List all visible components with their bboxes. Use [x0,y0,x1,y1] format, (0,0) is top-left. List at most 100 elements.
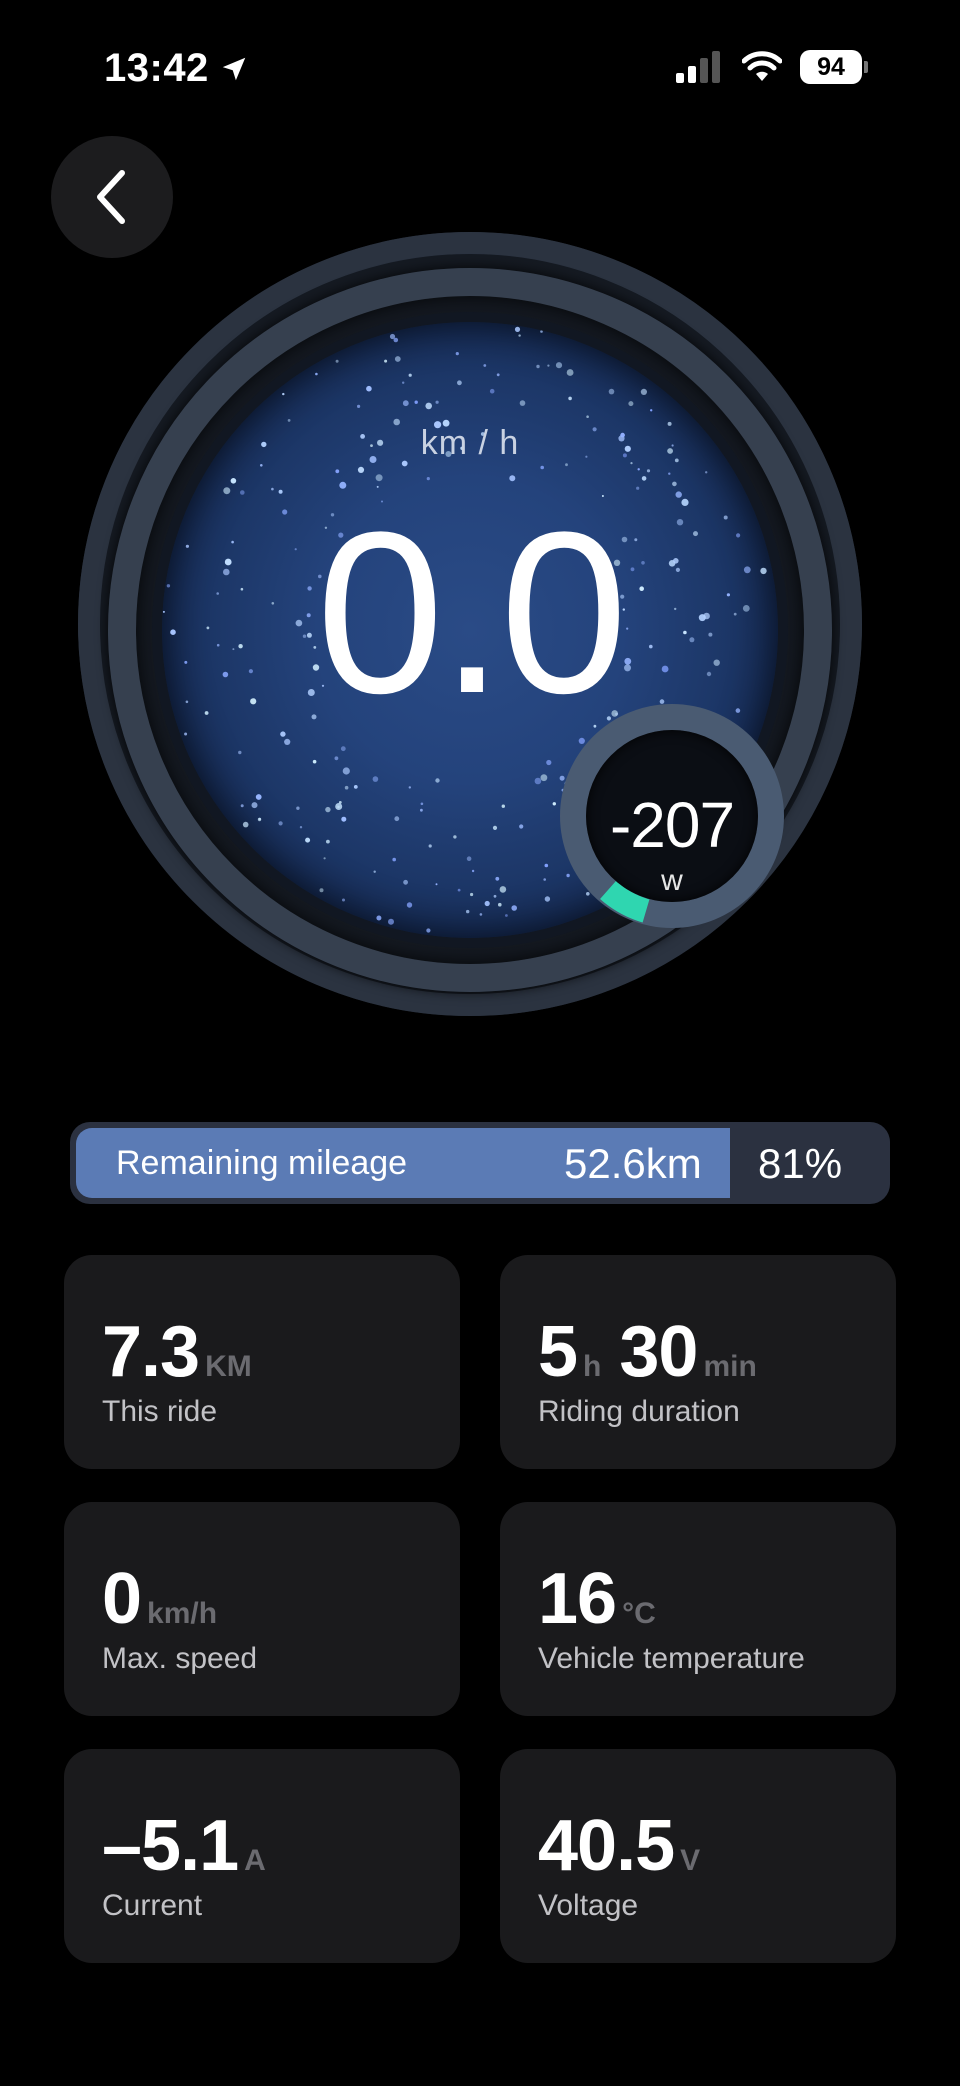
star-dot [668,472,671,475]
star-dot [373,870,376,873]
star-dot [420,802,424,806]
status-time: 13:42 [104,46,249,91]
current-unit: A [244,1844,266,1877]
star-dot [323,857,326,860]
duration-hours-value: 5 [538,1312,578,1392]
star-dot [271,487,274,491]
star-dot [493,894,497,898]
star-dot [402,381,405,384]
riding-duration-label: Riding duration [538,1395,740,1428]
battery-tip [864,61,868,73]
star-dot [435,778,440,783]
star-dot [466,856,472,861]
signal-icon [676,51,720,83]
star-dot [406,902,413,908]
stat-card-current: –5.1 A Current [64,1749,460,1963]
star-dot [230,478,237,484]
star-dot [435,400,439,404]
status-time-text: 13:42 [104,46,209,90]
star-dot [705,471,708,474]
star-dot [608,388,615,395]
star-dot [255,794,262,800]
star-dot [505,914,508,917]
star-dot [511,905,517,911]
star-dot [238,750,242,755]
temperature-value: 16 [538,1559,617,1639]
star-dot [540,774,548,782]
chevron-left-icon [97,170,125,224]
star-dot [375,474,383,482]
star-dot [453,835,457,839]
star-dot [342,898,345,902]
speed-unit: km / h [420,424,520,462]
star-dot [495,876,500,881]
star-dot [483,364,487,367]
star-dot [484,900,490,907]
wifi-icon [742,51,782,81]
star-dot [282,392,285,396]
star-dot [646,469,651,473]
location-arrow-icon [222,57,246,80]
status-bar: 13:42 94 [0,0,960,140]
stat-value-row: 16 °C [538,1558,656,1640]
star-dot [536,364,540,369]
star-dot [251,802,258,809]
star-dot [240,804,244,808]
remaining-mileage-distance: 52.6km [564,1140,702,1187]
voltage-unit: V [680,1844,701,1877]
star-dot [540,465,544,470]
star-dot [240,490,245,495]
star-dot [519,400,526,406]
battery-level: 94 [800,50,862,84]
star-dot [471,869,475,873]
remaining-mileage-percent: 81% [758,1140,843,1187]
this-ride-unit: KM [205,1350,252,1383]
star-dot [342,767,350,775]
star-dot [325,806,331,813]
star-dot [492,825,498,830]
star-dot [543,878,546,881]
star-dot [284,738,291,745]
star-dot [499,886,507,893]
star-dot [628,401,634,407]
star-dot [435,883,438,886]
star-dot [376,915,382,921]
star-dot [414,400,418,404]
star-dot [394,816,400,822]
star-dot [326,839,330,844]
star-dot [426,928,431,933]
star-dot [565,463,568,467]
star-dot [394,356,401,362]
star-dot [466,909,470,914]
star-dot [393,337,399,343]
speed-value: 0.0 [316,484,628,741]
star-dot [479,913,483,916]
star-dot [335,469,340,474]
star-dot [223,487,231,495]
star-dot [509,475,516,482]
temperature-label: Vehicle temperature [538,1642,805,1675]
star-dot [552,802,556,806]
star-dot [341,816,347,822]
star-dot [287,419,291,422]
star-dot [568,396,572,401]
temperature-unit: °C [622,1597,656,1630]
stat-value-row: 40.5 V [538,1805,700,1887]
voltage-value: 40.5 [538,1806,675,1886]
star-dot [540,330,543,333]
star-dot [498,902,502,907]
star-dot [340,746,346,752]
power-unit: w [661,864,683,897]
power-gauge: -207 w [560,704,784,928]
star-dot [555,362,563,369]
star-dot [335,803,343,810]
star-dot [544,896,551,902]
duration-minutes-unit: min [703,1350,757,1383]
star-dot [335,359,339,363]
star-dot [547,364,550,367]
star-dot [675,491,682,498]
star-dot [457,380,462,386]
star-dot [257,817,262,822]
current-label: Current [102,1889,203,1922]
current-value: –5.1 [102,1806,239,1886]
